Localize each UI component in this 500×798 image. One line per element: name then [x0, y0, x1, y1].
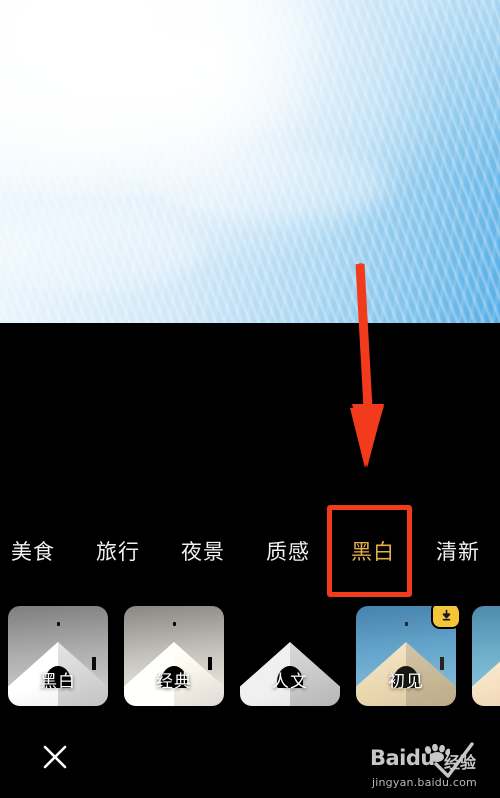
category-tab-meishi[interactable]: 美食: [11, 536, 55, 569]
bottom-action-bar: Baidu 经验 jingyan.baidu.com: [0, 720, 500, 798]
close-icon: [43, 745, 67, 769]
close-button[interactable]: [36, 738, 74, 776]
photo-filter-screen: 美食 旅行 夜景 质感 黑白 清新 黑白 经典 人文 初见 Baidu 经验 j…: [0, 0, 500, 798]
category-tab-zhigan[interactable]: 质感: [266, 536, 310, 569]
photo-preview[interactable]: [0, 0, 500, 323]
filter-thumbnail: [472, 606, 500, 706]
cloud-wisp: [40, 20, 240, 110]
download-badge[interactable]: [433, 606, 459, 627]
filter-thumbnail: [8, 606, 108, 706]
filter-item-renwen[interactable]: 人文: [240, 606, 340, 706]
cloud-wisp: [150, 150, 390, 220]
filter-item-jingdian[interactable]: 经典: [124, 606, 224, 706]
baidu-jingyan-watermark: Baidu 经验 jingyan.baidu.com: [370, 742, 492, 790]
category-tab-lvxing[interactable]: 旅行: [96, 536, 140, 569]
filter-item-qianxia[interactable]: 浅夏: [472, 606, 500, 706]
category-tab-heibai[interactable]: 黑白: [351, 536, 395, 569]
editor-panel: 美食 旅行 夜景 质感 黑白 清新 黑白 经典 人文 初见 Baidu 经验 j…: [0, 323, 500, 798]
filter-thumbnail: [124, 606, 224, 706]
watermark-url: jingyan.baidu.com: [372, 776, 477, 789]
category-tab-yejing[interactable]: 夜景: [181, 536, 225, 569]
watermark-logo-text: Baidu: [370, 746, 435, 770]
filter-item-heibai[interactable]: 黑白: [8, 606, 108, 706]
download-icon: [442, 609, 450, 620]
category-tab-bar[interactable]: 美食 旅行 夜景 质感 黑白 清新: [0, 530, 500, 574]
category-tab-qingxin[interactable]: 清新: [436, 536, 480, 569]
watermark-cn-text: 经验: [444, 753, 477, 772]
checkmark-icon: [434, 742, 474, 778]
filter-thumbnail-strip[interactable]: 黑白 经典 人文 初见: [0, 606, 500, 710]
filter-item-chujian[interactable]: 初见: [356, 606, 459, 706]
filter-thumbnail: [240, 606, 340, 706]
baidu-paw-icon: [424, 744, 450, 762]
